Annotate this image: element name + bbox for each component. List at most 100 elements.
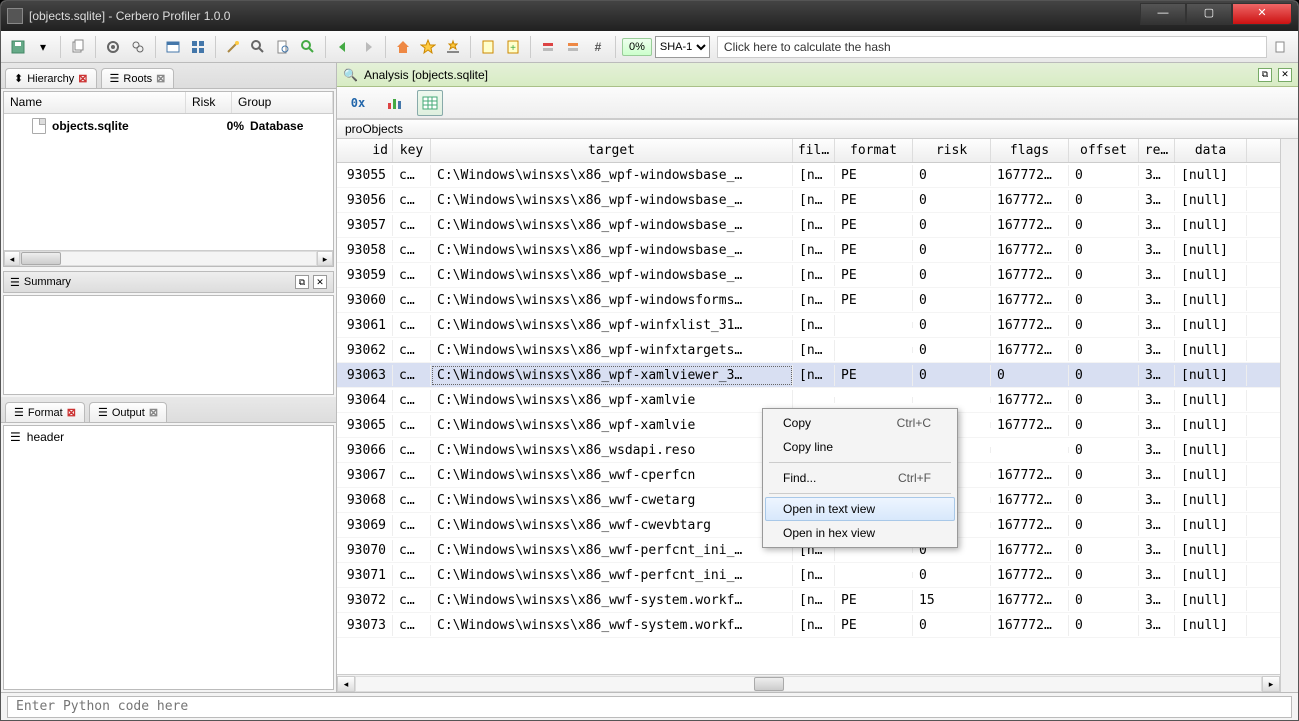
cell-data[interactable]: [null] (1175, 540, 1247, 561)
cell-re[interactable]: 3… (1139, 590, 1175, 611)
cell-flags[interactable]: 167772… (991, 265, 1069, 286)
cell-data[interactable]: [null] (1175, 190, 1247, 211)
cell-id[interactable]: 93064 (337, 390, 393, 411)
bookmark-orange-icon[interactable] (562, 36, 584, 58)
cell-offset[interactable]: 0 (1069, 540, 1139, 561)
col-offset[interactable]: offset (1069, 139, 1139, 162)
note-icon[interactable] (477, 36, 499, 58)
cell-data[interactable]: [null] (1175, 615, 1247, 636)
cell-target[interactable]: C:\Windows\winsxs\x86_wsdapi.reso (431, 440, 793, 461)
format-item[interactable]: ☰ header (4, 426, 333, 448)
cell-re[interactable]: 3… (1139, 465, 1175, 486)
cell-data[interactable]: [null] (1175, 240, 1247, 261)
cell-offset[interactable]: 0 (1069, 590, 1139, 611)
cell-id[interactable]: 93073 (337, 615, 393, 636)
cell-data[interactable]: [null] (1175, 315, 1247, 336)
cell-target[interactable]: C:\Windows\winsxs\x86_wwf-cwetarg (431, 490, 793, 511)
cell-id[interactable]: 93068 (337, 490, 393, 511)
grid-hscroll[interactable]: ◂▸ (337, 674, 1280, 692)
cell-re[interactable]: 3… (1139, 165, 1175, 186)
cell-id[interactable]: 93065 (337, 415, 393, 436)
cell-re[interactable]: 3… (1139, 190, 1175, 211)
hash-hint[interactable]: Click here to calculate the hash (717, 36, 1267, 58)
grid-vscroll[interactable] (1280, 139, 1298, 692)
table-row[interactable]: 93072c…C:\Windows\winsxs\x86_wwf-system.… (337, 588, 1280, 613)
cell-fil[interactable]: [n… (793, 340, 835, 361)
cell-target[interactable]: C:\Windows\winsxs\x86_wpf-windowsbase_… (431, 165, 793, 186)
cell-data[interactable]: [null] (1175, 165, 1247, 186)
cell-flags[interactable]: 167772… (991, 165, 1069, 186)
cell-target[interactable]: C:\Windows\winsxs\x86_wpf-xamlviewer_3… (431, 365, 793, 386)
close-icon[interactable]: ✕ (313, 275, 327, 289)
close-button[interactable]: ✕ (1232, 3, 1292, 25)
close-icon[interactable]: ⊠ (156, 72, 165, 85)
table-row[interactable]: 93071c…C:\Windows\winsxs\x86_wwf-perfcnt… (337, 563, 1280, 588)
search-icon[interactable] (247, 36, 269, 58)
cell-risk[interactable]: 0 (913, 240, 991, 261)
cell-format[interactable] (835, 322, 913, 328)
cell-id[interactable]: 93066 (337, 440, 393, 461)
cell-fil[interactable] (793, 397, 835, 403)
cell-id[interactable]: 93060 (337, 290, 393, 311)
col-flags[interactable]: flags (991, 139, 1069, 162)
table-row[interactable]: 93060c…C:\Windows\winsxs\x86_wpf-windows… (337, 288, 1280, 313)
cell-flags[interactable]: 167772… (991, 465, 1069, 486)
table-row[interactable]: 93063c…C:\Windows\winsxs\x86_wpf-xamlvie… (337, 363, 1280, 388)
cell-data[interactable]: [null] (1175, 340, 1247, 361)
tab-hierarchy[interactable]: ⬍Hierarchy⊠ (5, 68, 97, 88)
cell-key[interactable]: c… (393, 540, 431, 561)
menu-item[interactable]: Open in text view (765, 497, 955, 521)
cell-format[interactable]: PE (835, 590, 913, 611)
cell-key[interactable]: c… (393, 190, 431, 211)
cell-risk[interactable]: 0 (913, 215, 991, 236)
titlebar[interactable]: [objects.sqlite] - Cerbero Profiler 1.0.… (1, 1, 1298, 31)
save-icon[interactable] (7, 36, 29, 58)
cell-fil[interactable]: [n… (793, 190, 835, 211)
cell-offset[interactable]: 0 (1069, 165, 1139, 186)
copy-hash-icon[interactable] (1270, 36, 1292, 58)
col-key[interactable]: key (393, 139, 431, 162)
cell-id[interactable]: 93069 (337, 515, 393, 536)
cell-re[interactable]: 3… (1139, 315, 1175, 336)
hierarchy-row[interactable]: objects.sqlite 0% Database (4, 114, 333, 138)
cell-target[interactable]: C:\Windows\winsxs\x86_wwf-cperfcn (431, 465, 793, 486)
table-row[interactable]: 93073c…C:\Windows\winsxs\x86_wwf-system.… (337, 613, 1280, 638)
window-icon[interactable] (162, 36, 184, 58)
cell-flags[interactable]: 167772… (991, 240, 1069, 261)
cell-flags[interactable]: 167772… (991, 415, 1069, 436)
cell-key[interactable]: c… (393, 240, 431, 261)
cell-data[interactable]: [null] (1175, 265, 1247, 286)
cell-fil[interactable]: [n… (793, 615, 835, 636)
cell-flags[interactable]: 167772… (991, 590, 1069, 611)
cell-data[interactable]: [null] (1175, 290, 1247, 311)
menu-item[interactable]: Copy line (765, 435, 955, 459)
cell-target[interactable]: C:\Windows\winsxs\x86_wpf-winfxtargets… (431, 340, 793, 361)
cell-re[interactable]: 3… (1139, 390, 1175, 411)
close-icon[interactable]: ⊠ (149, 406, 158, 419)
cell-data[interactable]: [null] (1175, 465, 1247, 486)
close-icon[interactable]: ✕ (1278, 68, 1292, 82)
tab-roots[interactable]: ☰Roots⊠ (101, 68, 175, 88)
cell-data[interactable]: [null] (1175, 565, 1247, 586)
table-row[interactable]: 93058c…C:\Windows\winsxs\x86_wpf-windows… (337, 238, 1280, 263)
cell-offset[interactable]: 0 (1069, 365, 1139, 386)
col-name[interactable]: Name (4, 92, 186, 113)
tile-icon[interactable] (187, 36, 209, 58)
cell-target[interactable]: C:\Windows\winsxs\x86_wwf-cwevbtarg (431, 515, 793, 536)
cell-id[interactable]: 93059 (337, 265, 393, 286)
cell-offset[interactable]: 0 (1069, 490, 1139, 511)
cell-format[interactable] (835, 347, 913, 353)
wand-icon[interactable] (222, 36, 244, 58)
cell-flags[interactable]: 167772… (991, 615, 1069, 636)
cell-flags[interactable]: 167772… (991, 540, 1069, 561)
cell-id[interactable]: 93070 (337, 540, 393, 561)
cell-re[interactable]: 3… (1139, 490, 1175, 511)
cell-id[interactable]: 93063 (337, 365, 393, 386)
cell-target[interactable]: C:\Windows\winsxs\x86_wpf-windowsbase_… (431, 215, 793, 236)
cell-offset[interactable]: 0 (1069, 340, 1139, 361)
cell-target[interactable]: C:\Windows\winsxs\x86_wpf-xamlvie (431, 390, 793, 411)
summary-header[interactable]: ☰Summary ⧉ ✕ (3, 271, 334, 293)
cell-re[interactable]: 3… (1139, 240, 1175, 261)
cell-id[interactable]: 93061 (337, 315, 393, 336)
cell-id[interactable]: 93056 (337, 190, 393, 211)
